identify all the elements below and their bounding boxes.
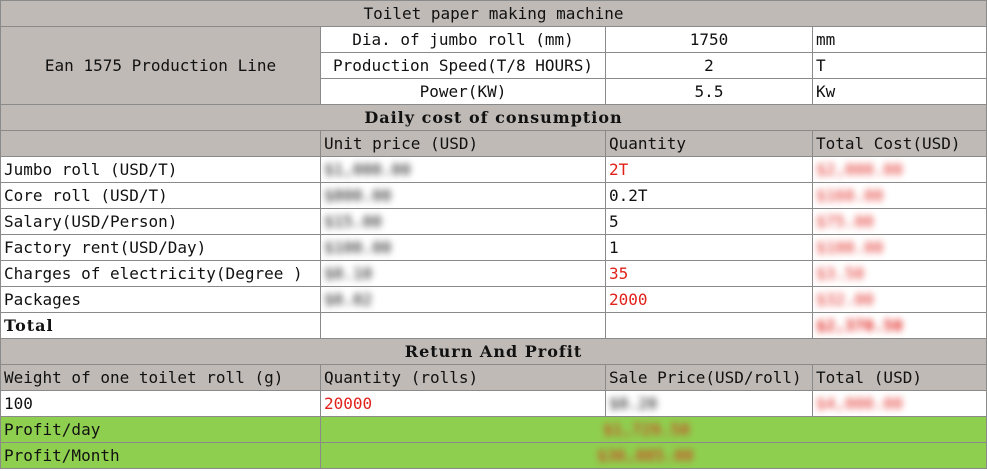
section-heading-row: Daily cost of consumption xyxy=(0,104,987,131)
header-total-cost[interactable]: Total Cost(USD) xyxy=(811,130,987,157)
empty-cell[interactable] xyxy=(605,312,813,339)
total-cost: $100.00 xyxy=(816,238,884,257)
profit-month-cell[interactable]: $36,885.00 xyxy=(319,442,987,469)
cost-row: Jumbo roll (USD/T) $1,000.00 2T $2,000.0… xyxy=(0,156,987,183)
rolls-cell[interactable]: 20000 xyxy=(320,390,606,417)
unit-price-cell[interactable]: $15.00 xyxy=(320,208,606,235)
unit-price: $100.00 xyxy=(324,238,392,257)
spec-label[interactable]: Dia. of jumbo roll (mm) xyxy=(320,26,606,53)
total-cost-cell[interactable]: $2,000.00 xyxy=(811,156,987,183)
cost-item[interactable]: Core roll (USD/T) xyxy=(0,182,321,209)
profit-day-cell[interactable]: $1,729.50 xyxy=(319,416,987,443)
daily-cost-heading[interactable]: Daily cost of consumption xyxy=(0,104,987,131)
unit-price-cell[interactable]: $100.00 xyxy=(320,234,606,261)
header-quantity[interactable]: Quantity xyxy=(605,130,813,157)
unit-price: $0.02 xyxy=(324,290,373,309)
weight-cell[interactable]: 100 xyxy=(0,390,321,417)
total-cost-cell[interactable]: $160.00 xyxy=(811,182,987,209)
unit-price: $800.00 xyxy=(324,186,392,205)
grand-total-cell[interactable]: $2,370.50 xyxy=(811,312,987,339)
total-cost-cell[interactable]: $32.00 xyxy=(811,286,987,313)
cost-row: Charges of electricity(Degree ) $0.10 35… xyxy=(0,260,987,287)
empty-cell[interactable] xyxy=(320,312,606,339)
quantity-cell[interactable]: 0.2T xyxy=(605,182,813,209)
profit-month-value: $36,885.00 xyxy=(597,446,694,465)
spec-row: Ean 1575 Production Line Dia. of jumbo r… xyxy=(0,26,987,105)
header-cell-empty[interactable] xyxy=(0,130,321,157)
unit-price: $15.00 xyxy=(324,212,382,231)
profit-day-row: Profit/day $1,729.50 xyxy=(0,416,987,443)
total-cost: $160.00 xyxy=(816,186,884,205)
quantity-cell[interactable]: 1 xyxy=(605,234,813,261)
cost-item[interactable]: Charges of electricity(Degree ) xyxy=(0,260,321,287)
unit-price-cell[interactable]: $1,000.00 xyxy=(320,156,606,183)
spreadsheet: Toilet paper making machine Ean 1575 Pro… xyxy=(0,0,987,471)
return-profit-heading[interactable]: Return And Profit xyxy=(0,338,987,365)
sheet-title[interactable]: Toilet paper making machine xyxy=(0,0,987,27)
title-row: Toilet paper making machine xyxy=(0,0,987,27)
cost-header-row: Unit price (USD) Quantity Total Cost(USD… xyxy=(0,130,987,157)
header-weight[interactable]: Weight of one toilet roll (g) xyxy=(0,364,321,391)
total-cost: $75.00 xyxy=(816,212,874,231)
unit-price-cell[interactable]: $800.00 xyxy=(320,182,606,209)
revenue-cell[interactable]: $4,000.00 xyxy=(811,390,987,417)
total-cost: $2,000.00 xyxy=(816,160,903,179)
total-cost-cell[interactable]: $100.00 xyxy=(811,234,987,261)
sale-price: $0.20 xyxy=(609,394,658,413)
sale-price-cell[interactable]: $0.20 xyxy=(605,390,813,417)
quantity-cell[interactable]: 5 xyxy=(605,208,813,235)
spec-unit[interactable]: Kw xyxy=(811,78,987,105)
header-unit-price[interactable]: Unit price (USD) xyxy=(320,130,606,157)
cost-row: Packages $0.02 2000 $32.00 xyxy=(0,286,987,313)
total-cost-cell[interactable]: $75.00 xyxy=(811,208,987,235)
quantity-cell[interactable]: 2000 xyxy=(605,286,813,313)
unit-price: $0.10 xyxy=(324,264,373,283)
header-total-usd[interactable]: Total (USD) xyxy=(811,364,987,391)
cost-row: Core roll (USD/T) $800.00 0.2T $160.00 xyxy=(0,182,987,209)
cost-row: Salary(USD/Person) $15.00 5 $75.00 xyxy=(0,208,987,235)
profit-day-label[interactable]: Profit/day xyxy=(0,416,321,443)
return-row: 100 20000 $0.20 $4,000.00 xyxy=(0,390,987,417)
total-cost: $3.50 xyxy=(816,264,865,283)
spec-value[interactable]: 2 xyxy=(605,52,813,79)
profit-month-label[interactable]: Profit/Month xyxy=(0,442,321,469)
unit-price-cell[interactable]: $0.10 xyxy=(320,260,606,287)
profit-day-value: $1,729.50 xyxy=(603,420,690,439)
quantity-cell[interactable]: 2T xyxy=(605,156,813,183)
spec-value[interactable]: 1750 xyxy=(605,26,813,53)
spec-unit[interactable]: mm xyxy=(811,26,987,53)
spec-label[interactable]: Power(KW) xyxy=(320,78,606,105)
unit-price: $1,000.00 xyxy=(324,160,411,179)
total-cost: $32.00 xyxy=(816,290,874,309)
header-rolls[interactable]: Quantity (rolls) xyxy=(320,364,606,391)
cost-item[interactable]: Factory rent(USD/Day) xyxy=(0,234,321,261)
section-heading-row: Return And Profit xyxy=(0,338,987,365)
cost-table: Toilet paper making machine Ean 1575 Pro… xyxy=(0,0,987,469)
revenue: $4,000.00 xyxy=(816,394,903,413)
unit-price-cell[interactable]: $0.02 xyxy=(320,286,606,313)
total-cost-cell[interactable]: $3.50 xyxy=(811,260,987,287)
cost-item[interactable]: Salary(USD/Person) xyxy=(0,208,321,235)
total-label[interactable]: Total xyxy=(0,312,321,339)
grand-total: $2,370.50 xyxy=(816,316,903,335)
cost-item[interactable]: Packages xyxy=(0,286,321,313)
return-header-row: Weight of one toilet roll (g) Quantity (… xyxy=(0,364,987,391)
production-line-name[interactable]: Ean 1575 Production Line xyxy=(0,26,321,105)
cost-row: Factory rent(USD/Day) $100.00 1 $100.00 xyxy=(0,234,987,261)
cost-item[interactable]: Jumbo roll (USD/T) xyxy=(0,156,321,183)
total-row: Total $2,370.50 xyxy=(0,312,987,339)
spec-unit[interactable]: T xyxy=(811,52,987,79)
spec-label[interactable]: Production Speed(T/8 HOURS) xyxy=(320,52,606,79)
header-sale-price[interactable]: Sale Price(USD/roll) xyxy=(605,364,813,391)
quantity-cell[interactable]: 35 xyxy=(605,260,813,287)
spec-value[interactable]: 5.5 xyxy=(605,78,813,105)
profit-month-row: Profit/Month $36,885.00 xyxy=(0,442,987,469)
